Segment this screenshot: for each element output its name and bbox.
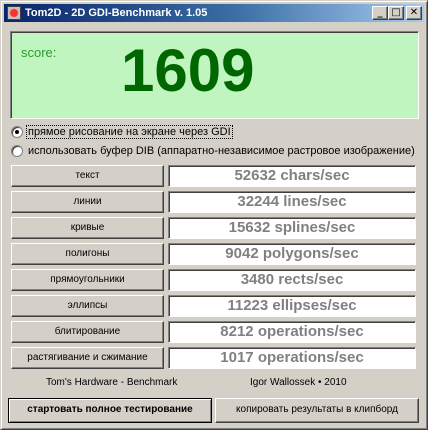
test-row-blitting: блитирование 8212 operations/sec xyxy=(11,321,416,343)
test-result-blitting: 8212 operations/sec xyxy=(168,321,416,343)
maximize-button[interactable]: □ xyxy=(388,6,404,20)
test-button-rectangles[interactable]: прямоугольники xyxy=(11,269,164,291)
score-value: 1609 xyxy=(121,37,255,104)
test-row-stretching: растягивание и сжимание 1017 operations/… xyxy=(11,347,416,369)
option-direct-gdi-label[interactable]: прямое рисование на экране через GDI xyxy=(26,125,233,139)
title-bar[interactable]: Tom2D - 2D GDI-Benchmark v. 1.05 _ □ ✕ xyxy=(4,4,424,22)
test-row-polygons: полигоны 9042 polygons/sec xyxy=(11,243,416,265)
test-button-lines[interactable]: линии xyxy=(11,191,164,213)
radio-dib-buffer[interactable] xyxy=(11,145,23,157)
test-row-text: текст 52632 chars/sec xyxy=(11,165,416,187)
test-row-ellipses: эллипсы 11223 ellipses/sec xyxy=(11,295,416,317)
test-result-lines: 32244 lines/sec xyxy=(168,191,416,213)
start-full-test-button[interactable]: стартовать полное тестирование xyxy=(8,398,212,423)
test-row-rectangles: прямоугольники 3480 rects/sec xyxy=(11,269,416,291)
credit-publisher: Tom's Hardware - Benchmark xyxy=(46,377,178,388)
test-button-text[interactable]: текст xyxy=(11,165,164,187)
score-label: score: xyxy=(21,45,57,60)
test-button-curves[interactable]: кривые xyxy=(11,217,164,239)
test-button-stretching[interactable]: растягивание и сжимание xyxy=(11,347,164,369)
test-result-text: 52632 chars/sec xyxy=(168,165,416,187)
option-dib-buffer[interactable]: использовать буфер DIB (аппаратно-незави… xyxy=(11,143,416,159)
test-button-ellipses[interactable]: эллипсы xyxy=(11,295,164,317)
window-title: Tom2D - 2D GDI-Benchmark v. 1.05 xyxy=(25,7,208,19)
test-result-polygons: 9042 polygons/sec xyxy=(168,243,416,265)
credit-author: Igor Wallossek • 2010 xyxy=(250,377,347,388)
option-direct-gdi[interactable]: прямое рисование на экране через GDI xyxy=(11,124,233,140)
test-button-polygons[interactable]: полигоны xyxy=(11,243,164,265)
close-button[interactable]: ✕ xyxy=(406,6,422,20)
radio-direct-gdi[interactable] xyxy=(11,126,23,138)
test-result-stretching: 1017 operations/sec xyxy=(168,347,416,369)
test-row-lines: линии 32244 lines/sec xyxy=(11,191,416,213)
copy-results-button[interactable]: копировать результаты в клипборд xyxy=(215,398,419,423)
app-icon[interactable] xyxy=(7,6,21,20)
test-result-rectangles: 3480 rects/sec xyxy=(168,269,416,291)
test-result-ellipses: 11223 ellipses/sec xyxy=(168,295,416,317)
benchmark-window: Tom2D - 2D GDI-Benchmark v. 1.05 _ □ ✕ s… xyxy=(0,0,428,430)
score-panel: score: 1609 xyxy=(10,31,419,119)
test-row-curves: кривые 15632 splines/sec xyxy=(11,217,416,239)
test-result-curves: 15632 splines/sec xyxy=(168,217,416,239)
minimize-button[interactable]: _ xyxy=(372,6,388,20)
option-dib-buffer-label[interactable]: использовать буфер DIB (аппаратно-незави… xyxy=(27,145,416,157)
test-button-blitting[interactable]: блитирование xyxy=(11,321,164,343)
